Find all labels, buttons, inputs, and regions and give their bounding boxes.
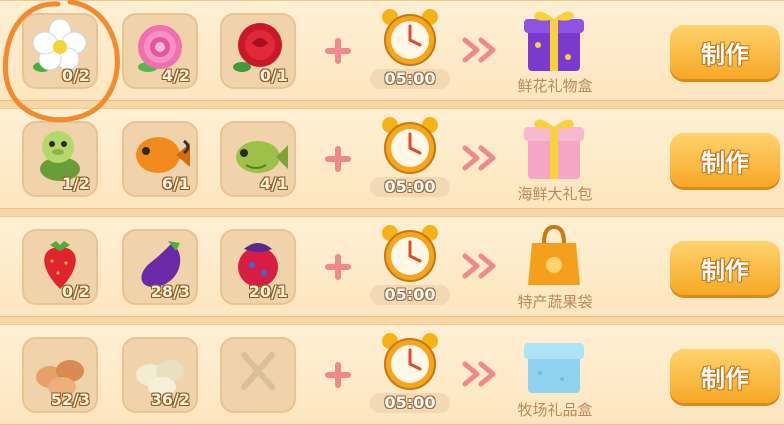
ingredient-count: 28/3 (150, 282, 190, 301)
ingredient-slot[interactable]: 36/2 (122, 337, 198, 413)
ingredient-count: 1/2 (61, 174, 90, 193)
product-name: 特产蔬果袋 (517, 293, 593, 311)
timer: 05:00 (370, 331, 450, 421)
blue-gift-box-icon (524, 343, 584, 393)
ingredient-slot[interactable]: 0/2 (22, 229, 98, 305)
double-chevron-right-icon (462, 253, 496, 279)
ingredient-count: 20/1 (248, 282, 288, 301)
double-chevron-right-icon (462, 145, 496, 171)
empty-slot-x-icon (241, 352, 275, 390)
plus-icon (325, 254, 351, 280)
orange-bag-icon (528, 224, 580, 285)
product-name: 海鲜大礼包 (517, 185, 593, 203)
timer-label: 05:00 (370, 393, 450, 413)
ingredient-slot[interactable]: 52/3 (22, 337, 98, 413)
plus-icon (325, 146, 351, 172)
ingredient-slot[interactable]: 6/1 (122, 121, 198, 197)
product: 鲜花礼物盒 (500, 5, 610, 100)
ingredient-slot[interactable]: 0/1 (220, 13, 296, 89)
pink-gift-box-icon (524, 119, 584, 179)
plus-icon (325, 362, 351, 388)
ingredient-slot[interactable]: 1/2 (22, 121, 98, 197)
ingredient-slot[interactable]: 4/1 (220, 121, 296, 197)
make-button[interactable]: 制作 (670, 349, 780, 403)
alarm-clock-icon (382, 9, 438, 66)
timer: 05:00 (370, 7, 450, 97)
ingredient-count: 0/2 (61, 66, 90, 85)
double-chevron-right-icon (462, 37, 496, 63)
alarm-clock-icon (382, 117, 438, 174)
timer: 05:00 (370, 115, 450, 205)
ingredient-count: 4/1 (259, 174, 288, 193)
plus-icon (325, 38, 351, 64)
recipe-row: 52/3 36/2 05:00 牧场礼品盒 制作 (0, 324, 784, 425)
ingredient-count: 36/2 (150, 390, 190, 409)
ingredient-slot[interactable]: 28/3 (122, 229, 198, 305)
make-button[interactable]: 制作 (670, 241, 780, 295)
recipe-list: 0/2 4/2 0/1 05:00 鲜花礼物盒 制作 1/2 6/1 4/1 0… (0, 0, 784, 425)
ingredient-count: 52/3 (50, 390, 90, 409)
product-name: 鲜花礼物盒 (517, 77, 593, 95)
product: 海鲜大礼包 (500, 113, 610, 208)
product: 特产蔬果袋 (500, 221, 610, 316)
ingredient-count: 0/2 (61, 282, 90, 301)
ingredient-count: 0/1 (259, 66, 288, 85)
ingredient-count: 6/1 (161, 174, 190, 193)
alarm-clock-icon (382, 225, 438, 282)
timer-label: 05:00 (370, 177, 450, 197)
recipe-row: 1/2 6/1 4/1 05:00 海鲜大礼包 制作 (0, 108, 784, 209)
product: 牧场礼品盒 (500, 329, 610, 424)
timer-label: 05:00 (370, 285, 450, 305)
double-chevron-right-icon (462, 361, 496, 387)
purple-gift-box-icon (524, 11, 584, 71)
make-button[interactable]: 制作 (670, 25, 780, 79)
recipe-row: 0/2 4/2 0/1 05:00 鲜花礼物盒 制作 (0, 0, 784, 101)
timer: 05:00 (370, 223, 450, 313)
ingredient-slot[interactable]: 4/2 (122, 13, 198, 89)
recipe-row: 0/2 28/3 20/1 05:00 特产蔬果袋 制作 (0, 216, 784, 317)
ingredient-slot[interactable]: 0/2 (22, 13, 98, 89)
alarm-clock-icon (382, 333, 438, 390)
ingredient-slot[interactable]: 20/1 (220, 229, 296, 305)
timer-label: 05:00 (370, 69, 450, 89)
ingredient-count: 4/2 (161, 66, 190, 85)
ingredient-slot[interactable] (220, 337, 296, 413)
make-button[interactable]: 制作 (670, 133, 780, 187)
